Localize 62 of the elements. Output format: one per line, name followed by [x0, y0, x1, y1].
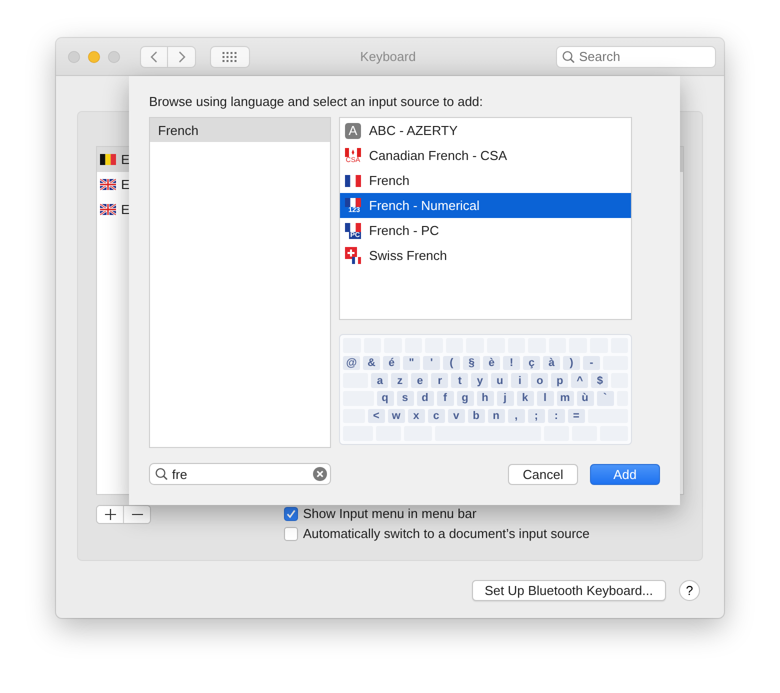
keyboard-key: à — [543, 356, 560, 370]
keyboard-key: " — [403, 356, 420, 370]
keyboard-key: k — [516, 391, 534, 406]
letter-icon: A — [345, 122, 361, 138]
keyboard-key: @ — [343, 356, 360, 370]
source-label: French - Numerical — [369, 198, 480, 213]
keyboard-key: h — [476, 391, 494, 406]
keyboard-key: g — [456, 391, 474, 406]
keyboard-key: u — [491, 373, 508, 388]
keyboard-key: s — [396, 391, 414, 406]
keyboard-key: ù — [576, 391, 594, 406]
keyboard-key: ç — [523, 356, 540, 370]
keyboard-key: § — [463, 356, 480, 370]
keyboard-key: d — [416, 391, 434, 406]
keyboard-key: a — [371, 373, 388, 388]
keyboard-key: j — [496, 391, 514, 406]
source-label: ABC - AZERTY — [369, 123, 458, 138]
keyboard-key: ! — [503, 356, 520, 370]
source-name: E — [121, 202, 130, 217]
keyboard-key: & — [363, 356, 380, 370]
sheet-heading: Browse using language and select an input source to add: — [149, 94, 484, 109]
source-label: French - PC — [369, 223, 440, 238]
source-label: Swiss French — [369, 248, 448, 263]
keyboard-key: o — [531, 373, 548, 388]
keyboard-key: z — [391, 373, 408, 388]
keyboard-key: ) — [563, 356, 580, 370]
keyboard-key: e — [411, 373, 428, 388]
source-name: E — [121, 152, 130, 167]
keyboard-key: = — [568, 408, 585, 424]
keyboard-key: t — [451, 373, 468, 388]
keyboard-key: q — [376, 391, 394, 406]
keyboard-key: è — [483, 356, 500, 370]
keyboard-key: : — [548, 408, 565, 424]
keyboard-key: n — [488, 408, 505, 424]
keyboard-key: é — [383, 356, 400, 370]
keyboard-key: ^ — [571, 373, 588, 388]
keyboard-key: v — [448, 408, 465, 424]
source-name: E — [121, 177, 130, 192]
keyboard-key: b — [468, 408, 485, 424]
keyboard-key: , — [508, 408, 525, 424]
source-label: French — [369, 173, 410, 188]
keyboard-key: m — [556, 391, 574, 406]
keyboard-key: i — [511, 373, 528, 388]
keyboard-key: ( — [443, 356, 460, 370]
keyboard-key: y — [471, 373, 488, 388]
source-label: Canadian French - CSA — [369, 148, 508, 163]
keyboard-key: - — [583, 356, 600, 370]
keyboard-key: ' — [423, 356, 440, 370]
keyboard-key: c — [428, 408, 445, 424]
keyboard-key: f — [436, 391, 454, 406]
keyboard-key: ; — [528, 408, 545, 424]
keyboard-key: $ — [591, 373, 608, 388]
checkbox-label: Show Input menu in menu bar — [303, 506, 476, 521]
keyboard-key: p — [551, 373, 568, 388]
keyboard-key: < — [368, 408, 385, 424]
keyboard-key: ` — [596, 391, 614, 406]
keyboard-key: r — [431, 373, 448, 388]
keyboard-key: l — [536, 391, 554, 406]
keyboard-key: w — [388, 408, 405, 424]
checkbox-label: Automatically switch to a document’s input source — [303, 526, 590, 541]
keyboard-key: x — [408, 408, 425, 424]
window-title: Keyboard — [359, 49, 417, 64]
